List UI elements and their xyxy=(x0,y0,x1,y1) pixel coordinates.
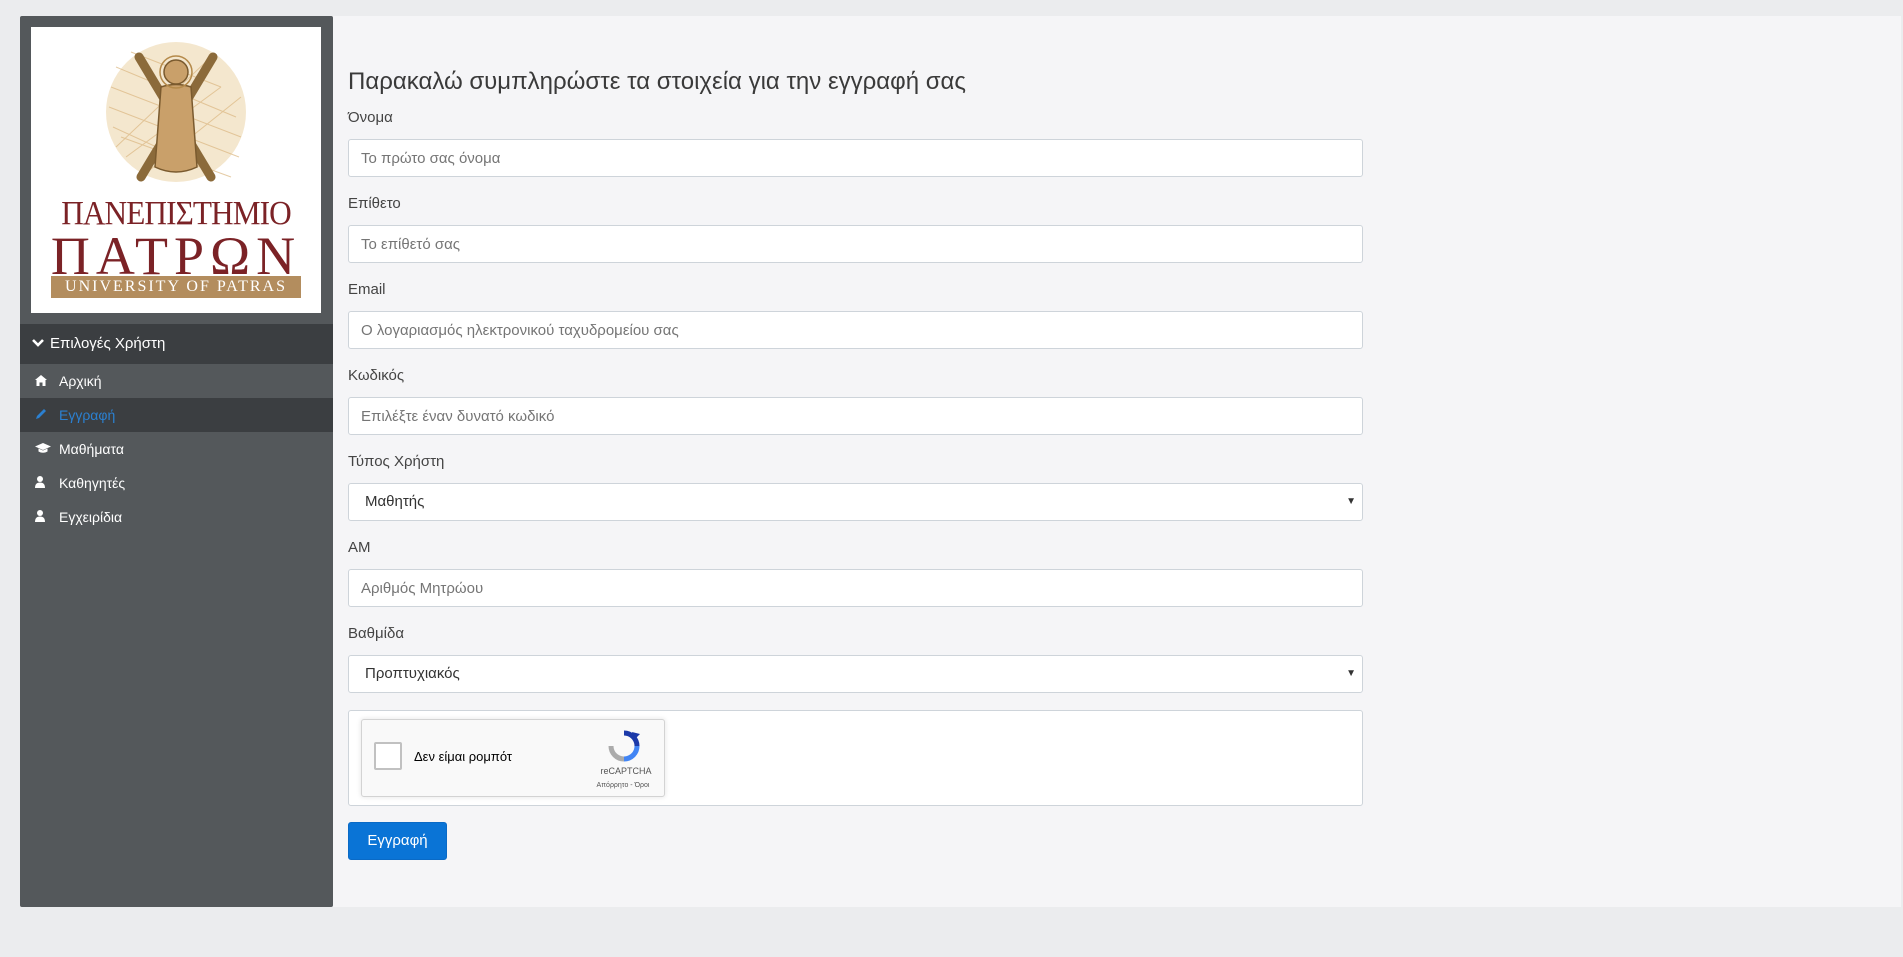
university-logo[interactable]: ΠΑΝΕΠΙΣΤΗΜΙΟ ΠΑΤΡΩΝ UNIVERSITY OF PATRAS xyxy=(31,27,321,313)
user-type-select[interactable]: Μαθητής ▼ xyxy=(348,483,1363,521)
recaptcha-label: Δεν είμαι ρομπότ xyxy=(414,749,513,764)
menu-header-label: Επιλογές Χρήστη xyxy=(50,335,166,352)
sidebar-item-label: Καθηγητές xyxy=(59,475,126,491)
user-icon xyxy=(35,501,59,535)
sidebar-item-home[interactable]: Αρχική xyxy=(20,364,333,398)
graduation-cap-icon xyxy=(35,433,59,467)
user-options-toggle[interactable]: Επιλογές Χρήστη xyxy=(20,324,333,364)
page: ΠΑΝΕΠΙΣΤΗΜΙΟ ΠΑΤΡΩΝ UNIVERSITY OF PATRAS… xyxy=(0,0,1903,957)
recaptcha-checkbox[interactable] xyxy=(374,742,402,770)
password-input[interactable] xyxy=(348,397,1363,435)
sidebar-item-manuals[interactable]: Εγχειρίδια xyxy=(20,500,333,534)
level-label: Βαθμίδα xyxy=(348,625,405,642)
caret-down-icon: ▼ xyxy=(1346,668,1356,679)
email-label: Email xyxy=(348,281,386,298)
password-label: Κωδικός xyxy=(348,367,405,384)
first-name-label: Όνομα xyxy=(348,109,393,126)
last-name-label: Επίθετο xyxy=(348,195,401,212)
pencil-icon xyxy=(35,399,59,433)
user-icon xyxy=(35,467,59,501)
am-input[interactable] xyxy=(348,569,1363,607)
user-type-label: Τύπος Χρήστη xyxy=(348,453,445,470)
level-value: Προπτυχιακός xyxy=(365,665,460,682)
sidebar-item-register[interactable]: Εγγραφή xyxy=(20,398,333,432)
caret-down-icon: ▼ xyxy=(1346,496,1356,507)
sidebar-item-courses[interactable]: Μαθήματα xyxy=(20,432,333,466)
last-name-input[interactable] xyxy=(348,225,1363,263)
chevron-down-icon xyxy=(32,324,46,364)
level-select[interactable]: Προπτυχιακός ▼ xyxy=(348,655,1363,693)
home-icon xyxy=(35,365,59,399)
sidebar-menu: Αρχική Εγγραφή Μαθήματα Καθηγητές Εγχειρ… xyxy=(20,364,333,534)
sidebar-item-label: Μαθήματα xyxy=(59,441,124,457)
sidebar-item-professors[interactable]: Καθηγητές xyxy=(20,466,333,500)
recaptcha-privacy-terms-link[interactable]: Απόρρητο - Όροι xyxy=(588,782,658,789)
email-input[interactable] xyxy=(348,311,1363,349)
am-label: ΑΜ xyxy=(348,539,371,556)
sidebar-item-label: Εγχειρίδια xyxy=(59,509,123,525)
register-button[interactable]: Εγγραφή xyxy=(348,822,447,860)
sidebar-item-label: Εγγραφή xyxy=(59,407,116,423)
recaptcha-logo-icon xyxy=(608,730,640,762)
first-name-input[interactable] xyxy=(348,139,1363,177)
recaptcha-widget: Δεν είμαι ρομπότ reCAPTCHA Απόρρητο - Όρ… xyxy=(361,719,665,797)
recaptcha-brand: reCAPTCHA xyxy=(600,766,652,776)
captcha-container: Δεν είμαι ρομπότ reCAPTCHA Απόρρητο - Όρ… xyxy=(348,710,1363,806)
sidebar-item-label: Αρχική xyxy=(59,373,102,389)
logo-english-band: UNIVERSITY OF PATRAS xyxy=(51,276,301,298)
main-content: Παρακαλώ συμπληρώστε τα στοιχεία για την… xyxy=(333,16,1901,907)
user-type-value: Μαθητής xyxy=(365,493,425,510)
page-title: Παρακαλώ συμπληρώστε τα στοιχεία για την… xyxy=(348,68,966,95)
sidebar: ΠΑΝΕΠΙΣΤΗΜΙΟ ΠΑΤΡΩΝ UNIVERSITY OF PATRAS… xyxy=(20,16,333,907)
